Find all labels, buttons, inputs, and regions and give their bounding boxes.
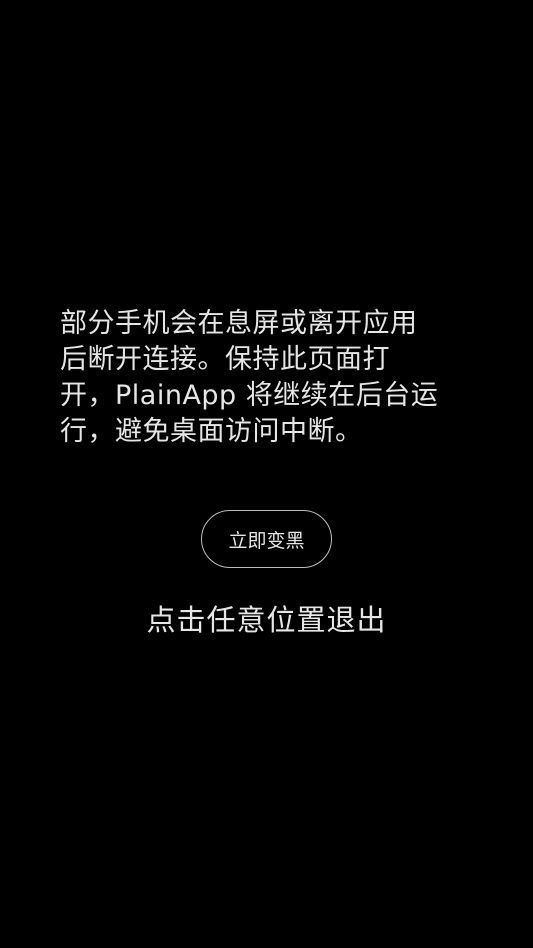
- message-line-3: 开，PlainApp 将继续在后台运: [60, 380, 439, 411]
- message-line-1: 部分手机会在息屏或离开应用: [60, 308, 418, 339]
- message-line-4: 行，避免桌面访问中断。: [60, 416, 363, 447]
- blackout-now-button[interactable]: 立即变黑: [201, 510, 332, 568]
- keep-alive-message: 部分手机会在息屏或离开应用 后断开连接。保持此页面打 开，PlainApp 将继…: [60, 306, 470, 450]
- keep-alive-screen[interactable]: 部分手机会在息屏或离开应用 后断开连接。保持此页面打 开，PlainApp 将继…: [0, 0, 533, 948]
- message-line-2: 后断开连接。保持此页面打: [60, 344, 390, 375]
- tap-anywhere-to-exit-hint: 点击任意位置退出: [146, 603, 387, 637]
